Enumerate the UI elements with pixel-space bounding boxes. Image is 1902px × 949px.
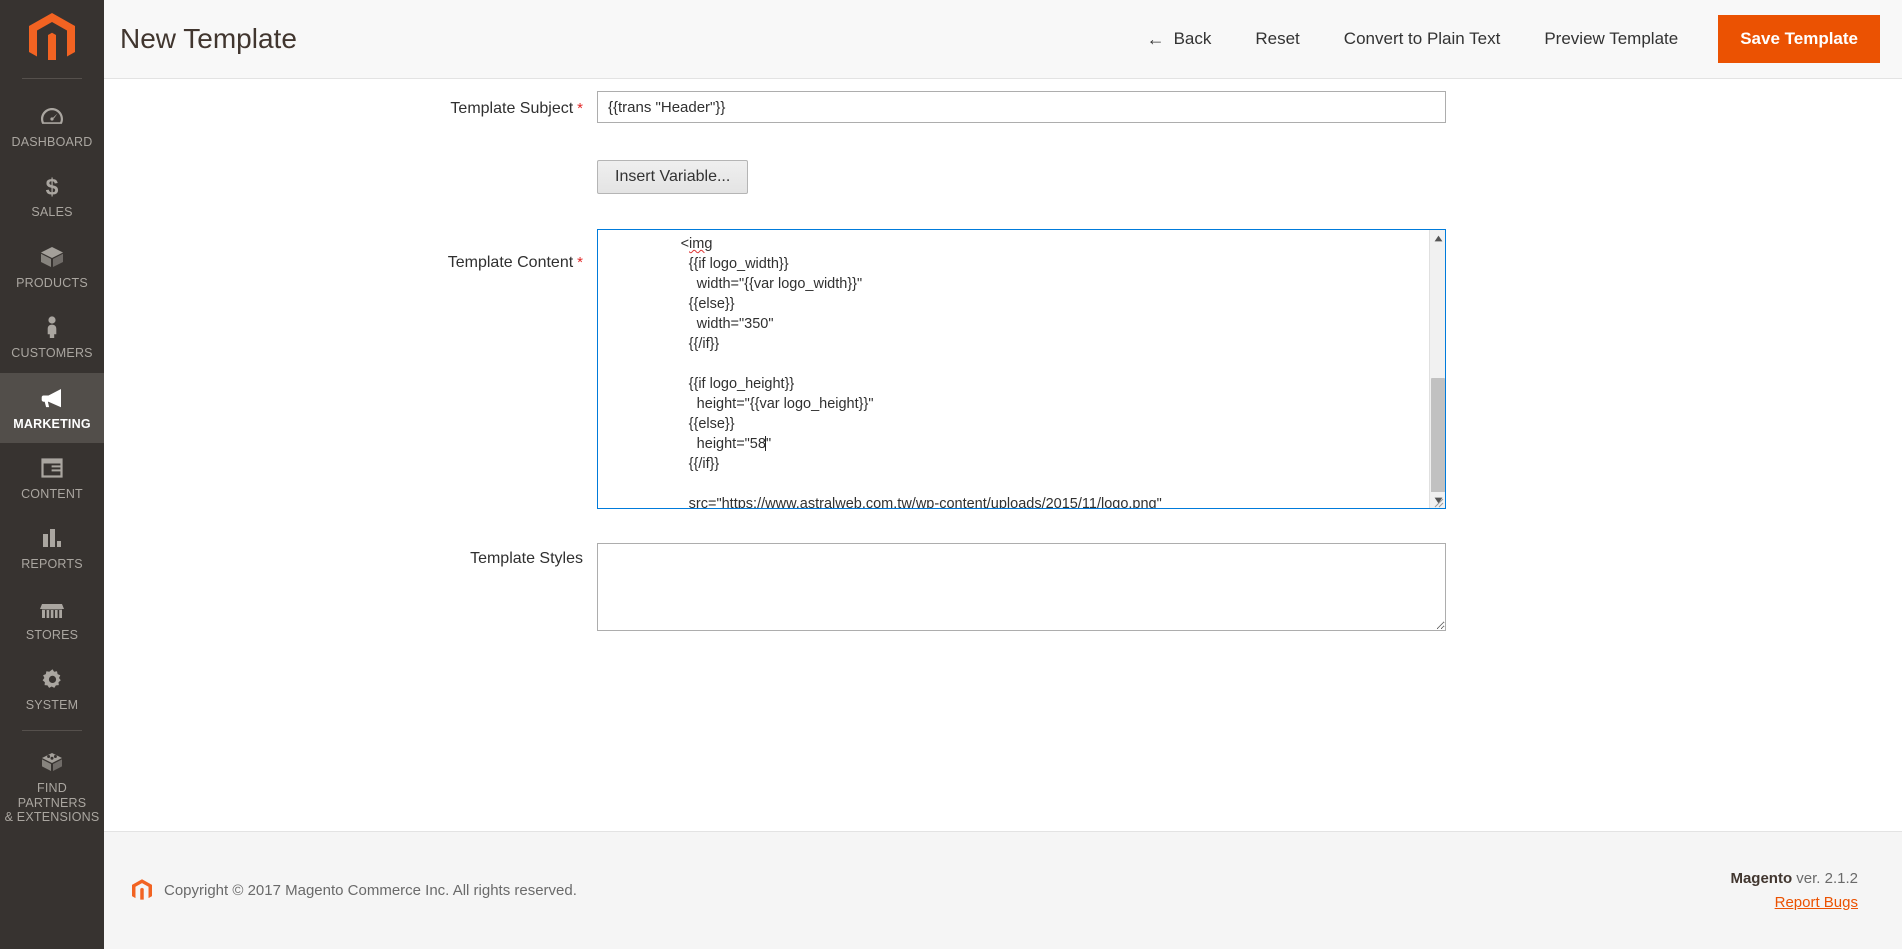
footer-copyright: Copyright © 2017 Magento Commerce Inc. A… [132, 879, 577, 902]
sidebar-item-label: PRODUCTS [16, 275, 88, 290]
admin-page: DASHBOARD $ SALES PRODUCTS CUSTOMERS MAR… [0, 0, 1902, 949]
sidebar-item-marketing[interactable]: MARKETING [0, 372, 104, 443]
textarea-resize-handle[interactable] [1432, 495, 1444, 508]
sidebar-item-label: STORES [25, 627, 79, 642]
layout-page-icon [40, 456, 64, 482]
dashboard-gauge-icon [39, 104, 65, 130]
template-content-textarea[interactable]: <img {{if logo_width}} width="{{var logo… [598, 230, 1431, 508]
back-button-label: Back [1173, 29, 1212, 48]
sidebar-item-label: MARKETING [13, 416, 91, 431]
insert-variable-control: Insert Variable... [597, 160, 1902, 194]
extension-box-icon [39, 750, 65, 776]
svg-text:$: $ [46, 174, 59, 200]
preview-button-label: Preview Template [1544, 29, 1679, 48]
footer-version-block: Magento ver. 2.1.2 Report Bugs [1730, 867, 1858, 914]
required-marker: * [577, 100, 583, 118]
template-content-scrollbar[interactable] [1429, 230, 1445, 508]
sidebar-item-label: SYSTEM [25, 698, 79, 712]
field-row-template-subject: Template Subject * [104, 91, 1902, 123]
sidebar-divider-top [22, 78, 82, 79]
sidebar-item-dashboard[interactable]: DASHBOARD [0, 91, 104, 161]
template-form: Template Subject* Insert Variable... Tem… [104, 79, 1902, 831]
gear-icon [40, 667, 65, 693]
template-subject-control [597, 91, 1902, 123]
footer-version: ver. 2.1.2 [1792, 870, 1858, 888]
sidebar-item-label: CONTENT [21, 486, 83, 501]
field-row-template-styles: Template Styles [104, 543, 1902, 636]
template-content-label: Template Content * [104, 229, 597, 274]
field-row-template-content: Template Content * <img {{if logo_width}}… [104, 229, 1902, 509]
megaphone-icon [39, 386, 66, 412]
page-title: New Template [120, 23, 297, 54]
sidebar-item-label: SALES [31, 205, 73, 220]
template-subject-label-text: Template Subject [450, 100, 574, 117]
reset-button-label: Reset [1255, 29, 1300, 48]
preview-template-button[interactable]: Preview Template [1522, 19, 1700, 59]
sidebar-item-content[interactable]: CONTENT [0, 443, 104, 513]
storefront-icon [39, 597, 65, 623]
template-content-control: <img {{if logo_width}} width="{{var logo… [597, 229, 1902, 509]
arrow-left-icon: ← [1146, 29, 1165, 49]
template-subject-input[interactable] [597, 91, 1446, 123]
dollar-sign-icon: $ [39, 174, 65, 200]
insert-variable-button[interactable]: Insert Variable... [597, 160, 749, 194]
convert-button-label: Convert to Plain Text [1343, 29, 1501, 48]
field-row-insert-variable: Insert Variable... [104, 160, 1902, 194]
template-subject-label: Template Subject * [104, 91, 597, 120]
sidebar-item-products[interactable]: PRODUCTS [0, 232, 104, 302]
reset-button[interactable]: Reset [1233, 19, 1321, 59]
insert-variable-spacer [104, 160, 597, 168]
sidebar-item-system[interactable]: SYSTEM [0, 654, 104, 724]
back-button[interactable]: ← Back [1125, 19, 1234, 59]
sidebar-item-find-partners-extensions[interactable]: FIND PARTNERS & EXTENSIONS [0, 737, 104, 836]
footer-brand-name: Magento [1730, 870, 1793, 888]
bar-chart-icon [40, 526, 64, 552]
convert-to-plain-text-button[interactable]: Convert to Plain Text [1322, 19, 1523, 59]
save-template-button[interactable]: Save Template [1718, 15, 1880, 63]
admin-sidebar: DASHBOARD $ SALES PRODUCTS CUSTOMERS MAR… [0, 0, 104, 949]
page-actions-toolbar: ← Back Reset Convert to Plain Text Previ… [1125, 15, 1880, 63]
magento-logo [29, 13, 75, 60]
footer-version-line: Magento ver. 2.1.2 [1730, 867, 1858, 890]
box-icon [39, 245, 65, 271]
template-styles-textarea[interactable] [597, 543, 1446, 631]
main-column: New Template ← Back Reset Convert to Pla… [104, 0, 1902, 949]
scrollbar-thumb[interactable] [1431, 378, 1445, 506]
template-styles-control [597, 543, 1902, 636]
template-content-editor[interactable]: <img {{if logo_width}} width="{{var logo… [597, 229, 1446, 509]
sidebar-item-customers[interactable]: CUSTOMERS [0, 302, 104, 372]
sidebar-item-label: CUSTOMERS [11, 346, 93, 361]
copyright-text: Copyright © 2017 Magento Commerce Inc. A… [164, 882, 577, 899]
template-content-label-text: Template Content [447, 254, 574, 271]
sidebar-item-reports[interactable]: REPORTS [0, 513, 104, 583]
page-header: New Template ← Back Reset Convert to Pla… [104, 0, 1902, 79]
sidebar-item-label: FIND PARTNERS & EXTENSIONS [4, 781, 100, 825]
sidebar-item-label: REPORTS [21, 557, 83, 572]
sidebar-item-sales[interactable]: $ SALES [0, 161, 104, 231]
sidebar-divider-bottom [22, 730, 82, 732]
required-marker: * [577, 254, 583, 272]
report-bugs-link[interactable]: Report Bugs [1775, 894, 1858, 911]
sidebar-logo[interactable] [0, 0, 104, 78]
page-footer: Copyright © 2017 Magento Commerce Inc. A… [104, 831, 1902, 949]
save-button-label: Save Template [1740, 29, 1858, 48]
scroll-up-arrow-icon[interactable] [1430, 230, 1445, 246]
template-styles-label: Template Styles [104, 543, 597, 570]
person-icon [39, 315, 65, 341]
magento-logo-small [132, 879, 152, 900]
sidebar-item-label: DASHBOARD [11, 135, 93, 149]
template-styles-label-text: Template Styles [470, 550, 583, 567]
sidebar-item-stores[interactable]: STORES [0, 584, 104, 654]
